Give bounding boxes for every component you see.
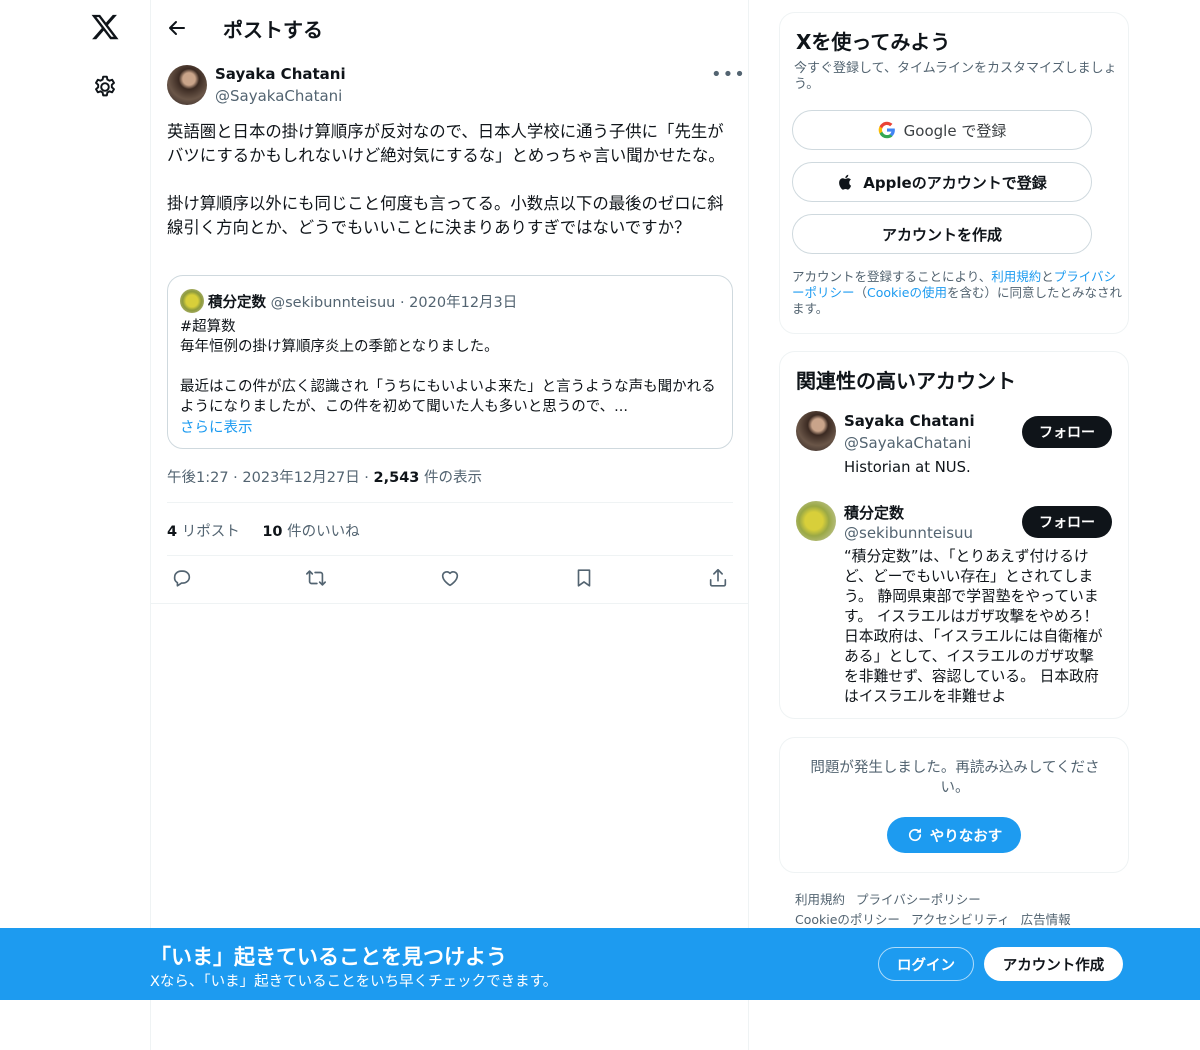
retry-button[interactable]: やりなおす bbox=[887, 817, 1021, 853]
left-nav bbox=[0, 0, 150, 1050]
apple-signup-label: Appleのアカウントで登録 bbox=[863, 173, 1047, 192]
follow-button[interactable]: フォロー bbox=[1022, 416, 1112, 448]
terms-link[interactable]: 利用規約 bbox=[991, 269, 1041, 284]
quote-text: #超算数 毎年恒例の掛け算順序炎上の季節となりました。 最近はこの件が広く認識さ… bbox=[180, 319, 716, 415]
quoted-tweet[interactable]: 積分定数 @sekibunnteisuu · 2020年12月3日 #超算数 毎… bbox=[167, 275, 733, 449]
related-accounts-card: 関連性の高いアカウント Sayaka Chatani @SayakaChatan… bbox=[779, 351, 1129, 719]
tweet-stats: 4 リポスト 10 件のいいね bbox=[167, 520, 378, 541]
tweet-time[interactable]: 午後1:27 · 2023年12月27日 · bbox=[167, 470, 374, 486]
views-label: 件の表示 bbox=[419, 470, 483, 486]
quote-author-handle: @sekibunnteisuu bbox=[270, 295, 396, 311]
google-signup-button[interactable]: Google で登録 bbox=[792, 110, 1092, 150]
x-logo-icon[interactable] bbox=[90, 12, 120, 42]
gear-icon[interactable] bbox=[92, 74, 118, 100]
footer-link-cookie[interactable]: Cookieのポリシー bbox=[795, 912, 900, 927]
author-handle[interactable]: @SayakaChatani bbox=[215, 87, 342, 105]
apple-signup-button[interactable]: Appleのアカウントで登録 bbox=[792, 162, 1092, 202]
signup-button[interactable]: アカウント作成 bbox=[984, 947, 1123, 981]
legal-notice: アカウントを登録することにより、利用規約とプライバシーポリシー（Cookieの使… bbox=[792, 269, 1122, 316]
action-bar bbox=[167, 565, 733, 593]
bookmark-icon[interactable] bbox=[573, 567, 595, 589]
refresh-icon bbox=[908, 828, 921, 842]
quote-author-name: 積分定数 bbox=[208, 295, 266, 311]
google-icon bbox=[878, 121, 895, 139]
divider bbox=[167, 555, 733, 556]
account-item[interactable]: Sayaka Chatani @SayakaChatani Historian … bbox=[796, 411, 1116, 491]
account-bio: Historian at NUS. bbox=[844, 459, 971, 476]
avatar[interactable] bbox=[167, 65, 207, 105]
quote-avatar bbox=[180, 289, 204, 313]
footer-link-privacy[interactable]: プライバシーポリシー bbox=[856, 892, 981, 907]
repost-icon[interactable] bbox=[305, 567, 327, 589]
page-title: ポストする bbox=[223, 18, 323, 42]
more-options-icon[interactable]: ••• bbox=[711, 64, 746, 85]
footer-link-ads[interactable]: 広告情報 bbox=[1021, 912, 1071, 927]
arrow-left-icon[interactable] bbox=[165, 16, 189, 40]
quote-date: · 2020年12月3日 bbox=[399, 295, 518, 311]
account-handle: @sekibunnteisuu bbox=[844, 524, 974, 542]
login-banner: 「いま」起きていることを見つけよう Xなら、「いま」起きていることをいち早くチェ… bbox=[0, 928, 1200, 1000]
divider bbox=[167, 502, 733, 503]
account-handle: @SayakaChatani bbox=[844, 434, 972, 452]
signup-subtitle: 今すぐ登録して、タイムラインをカスタマイズしましょう。 bbox=[794, 61, 1117, 92]
footer-link-terms[interactable]: 利用規約 bbox=[795, 892, 845, 907]
likes-stat[interactable]: 10 件のいいね bbox=[262, 524, 359, 540]
footer-links: 利用規約 プライバシーポリシー Cookieのポリシー アクセシビリティ 広告情報 bbox=[795, 890, 1125, 930]
account-name: Sayaka Chatani bbox=[844, 412, 975, 430]
top-bar: ポストする bbox=[151, 0, 748, 54]
views-count: 2,543 bbox=[373, 470, 420, 486]
quote-header: 積分定数 @sekibunnteisuu · 2020年12月3日 bbox=[208, 291, 517, 312]
banner-subtitle: Xなら、「いま」起きていることをいち早くチェックできます。 bbox=[150, 974, 558, 990]
error-message: 問題が発生しました。再読み込みしてください。 bbox=[810, 760, 1100, 796]
footer-link-accessibility[interactable]: アクセシビリティ bbox=[911, 912, 1010, 927]
apple-icon bbox=[839, 174, 852, 190]
account-name: 積分定数 bbox=[844, 504, 905, 522]
author-name[interactable]: Sayaka Chatani bbox=[215, 65, 346, 83]
follow-button[interactable]: フォロー bbox=[1022, 506, 1112, 538]
divider bbox=[151, 603, 748, 604]
avatar bbox=[796, 411, 836, 451]
google-signup-label: Google で登録 bbox=[903, 121, 1007, 140]
retry-label: やりなおす bbox=[929, 828, 1003, 845]
cookie-link[interactable]: Cookieの使用 bbox=[867, 285, 947, 300]
related-title: 関連性の高いアカウント bbox=[796, 369, 1016, 393]
create-account-label: アカウントを作成 bbox=[881, 225, 1002, 244]
account-item[interactable]: 積分定数 @sekibunnteisuu “積分定数”は、「とりあえず付けるけど… bbox=[796, 501, 1116, 711]
error-card: 問題が発生しました。再読み込みしてください。 やりなおす bbox=[779, 737, 1129, 873]
signup-card: Xを使ってみよう 今すぐ登録して、タイムラインをカスタマイズしましょう。 Goo… bbox=[779, 12, 1129, 334]
signup-title: Xを使ってみよう bbox=[796, 30, 951, 54]
reposts-stat[interactable]: 4 リポスト bbox=[167, 524, 240, 540]
create-account-button[interactable]: アカウントを作成 bbox=[792, 214, 1092, 254]
show-more-link[interactable]: さらに表示 bbox=[180, 416, 253, 437]
share-icon[interactable] bbox=[707, 567, 729, 589]
login-button[interactable]: ログイン bbox=[878, 947, 974, 981]
like-icon[interactable] bbox=[439, 567, 461, 589]
tweet-meta: 午後1:27 · 2023年12月27日 · 2,543 件の表示 bbox=[167, 466, 482, 487]
account-bio: “積分定数”は、「とりあえず付けるけど、どーでもいい存在」とされてしまう。 静岡… bbox=[844, 548, 1103, 705]
tweet-text: 英語圏と日本の掛け算順序が反対なので、日本人学校に通う子供に「先生がバツにするか… bbox=[167, 122, 725, 237]
main-column: ポストする Sayaka Chatani @SayakaChatani ••• … bbox=[150, 0, 749, 1050]
reply-icon[interactable] bbox=[171, 567, 193, 589]
avatar bbox=[796, 501, 836, 541]
banner-title: 「いま」起きていることを見つけよう bbox=[150, 945, 507, 969]
